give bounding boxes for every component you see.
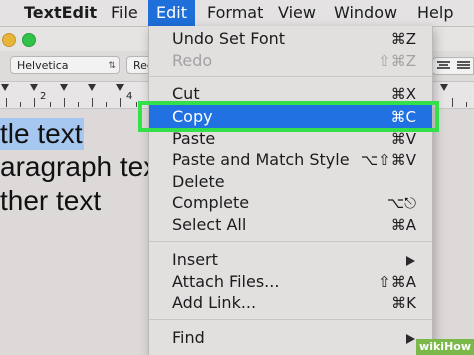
ruler-tick <box>20 102 21 107</box>
wikihow-watermark: wikiHow <box>416 339 474 355</box>
highlight-frame <box>138 101 439 132</box>
ruler-tick <box>78 102 79 107</box>
ruler-tick <box>34 98 35 107</box>
menu-item-delete[interactable]: Delete <box>149 171 432 193</box>
menu-item-insert[interactable]: Insert <box>149 249 432 271</box>
align-justify-icon[interactable] <box>457 61 470 71</box>
font-family-value: Helvetica <box>17 59 69 72</box>
menu-item-label: Redo <box>172 51 213 70</box>
document-title-line[interactable]: tle text <box>0 118 85 150</box>
menu-item-shortcut: ⌥⎋ <box>386 194 416 212</box>
tab-stop-icon[interactable] <box>440 84 448 91</box>
menu-separator <box>149 319 432 320</box>
document-other-line[interactable]: ther text <box>0 185 101 217</box>
menu-item-label: Attach Files... <box>172 272 280 291</box>
menu-item-label: Delete <box>172 172 225 191</box>
ruler-tick <box>106 102 107 107</box>
ruler-tick <box>452 98 453 107</box>
menu-item-label: Add Link... <box>172 293 257 312</box>
tab-stop-icon[interactable] <box>30 84 38 91</box>
ruler-tick <box>92 98 93 107</box>
menu-file[interactable]: File <box>111 0 138 26</box>
menu-item-label: Undo Set Font <box>172 29 286 48</box>
menu-item-shortcut: ⌘Z <box>390 30 416 48</box>
align-center-icon[interactable] <box>437 61 450 71</box>
ruler-tick <box>64 98 65 107</box>
ruler-tick <box>466 102 467 107</box>
apple-menu-icon[interactable] <box>0 0 14 26</box>
chevron-updown-icon: ⇅ <box>108 61 116 71</box>
edit-menu-dropdown: Undo Set Font ⌘Z Redo ⇧⌘Z Cut ⌘X Copy ⌘C… <box>148 26 433 355</box>
menu-help[interactable]: Help <box>417 0 453 26</box>
document-paragraph-line[interactable]: aragraph text <box>0 151 165 183</box>
menu-item-shortcut: ⇧⌘Z <box>378 52 416 70</box>
menu-item-shortcut: ⌥⇧⌘V <box>360 151 416 169</box>
menu-item-label: Complete <box>172 193 250 212</box>
menu-separator <box>149 76 432 77</box>
menu-item-label: Paste and Match Style <box>172 150 350 169</box>
menu-item-shortcut: ⇧⌘A <box>378 273 416 291</box>
menu-item-paste-match-style[interactable]: Paste and Match Style ⌥⇧⌘V <box>149 149 432 171</box>
tab-stop-icon[interactable] <box>88 84 96 91</box>
menu-view[interactable]: View <box>278 0 316 26</box>
menu-textedit[interactable]: TextEdit <box>24 0 97 26</box>
menu-item-shortcut: ⌘A <box>390 216 416 234</box>
menu-item-complete[interactable]: Complete ⌥⎋ <box>149 192 432 214</box>
menu-edit[interactable]: Edit <box>148 0 195 26</box>
menu-item-label: Insert <box>172 250 218 269</box>
submenu-arrow-icon <box>406 334 415 344</box>
ruler-tick <box>136 102 137 107</box>
menu-item-undo[interactable]: Undo Set Font ⌘Z <box>149 28 432 50</box>
menu-item-shortcut: ⌘K <box>391 294 416 312</box>
menu-bar: TextEdit File Edit Format View Window He… <box>0 0 474 27</box>
menu-window[interactable]: Window <box>334 0 397 26</box>
menu-item-find[interactable]: Find <box>149 327 432 349</box>
tab-stop-icon[interactable] <box>60 84 68 91</box>
font-family-select[interactable]: Helvetica ⇅ <box>10 56 120 74</box>
menu-separator <box>149 241 432 242</box>
ruler-tick <box>6 98 7 107</box>
zoom-button[interactable] <box>22 33 36 47</box>
ruler-number: 4 <box>126 91 133 102</box>
menu-item-redo: Redo ⇧⌘Z <box>149 50 432 72</box>
menu-item-label: Select All <box>172 215 247 234</box>
ruler-tick <box>120 98 121 107</box>
menu-item-label: Find <box>172 328 205 347</box>
ruler-number: 2 <box>40 91 47 102</box>
menu-item-add-link[interactable]: Add Link... ⌘K <box>149 292 432 314</box>
alignment-buttons <box>432 57 474 75</box>
menu-format[interactable]: Format <box>207 0 263 26</box>
tab-stop-icon[interactable] <box>1 84 9 91</box>
menu-item-select-all[interactable]: Select All ⌘A <box>149 214 432 236</box>
minimize-button[interactable] <box>2 33 16 47</box>
menu-item-attach-files[interactable]: Attach Files... ⇧⌘A <box>149 271 432 293</box>
ruler-tick <box>50 102 51 107</box>
tab-stop-icon[interactable] <box>116 84 124 91</box>
submenu-arrow-icon <box>406 256 415 266</box>
